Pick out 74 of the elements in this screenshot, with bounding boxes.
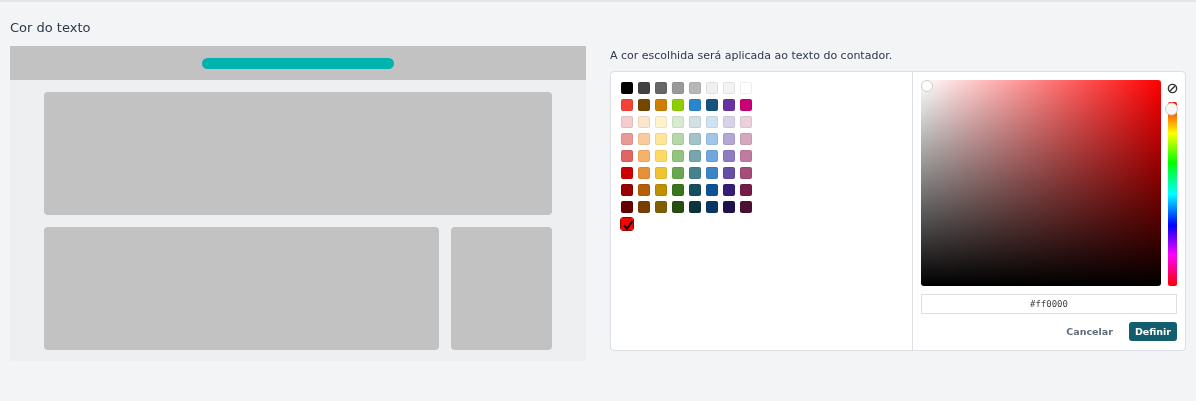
color-swatch[interactable] [655,133,667,145]
color-swatch[interactable] [740,133,752,145]
color-swatch[interactable] [723,99,735,111]
color-swatch[interactable] [689,201,701,213]
color-swatch[interactable] [621,82,633,94]
color-swatch[interactable] [621,116,633,128]
color-swatch[interactable] [655,150,667,162]
color-swatch[interactable] [706,167,718,179]
color-swatch[interactable] [638,82,650,94]
hue-slider[interactable] [1168,102,1177,286]
color-swatch[interactable] [706,99,718,111]
hex-input-field[interactable]: #ff0000 [921,294,1177,314]
color-swatch[interactable] [723,201,735,213]
color-swatch[interactable] [723,82,735,94]
color-swatch[interactable] [672,133,684,145]
color-swatch[interactable] [655,99,667,111]
color-swatch[interactable] [672,82,684,94]
color-swatch[interactable] [706,82,718,94]
color-swatch[interactable] [689,133,701,145]
color-swatch[interactable] [672,167,684,179]
color-swatch[interactable] [621,150,633,162]
color-swatch[interactable] [638,116,650,128]
color-swatch[interactable] [672,184,684,196]
hue-handle[interactable] [1165,102,1178,116]
color-swatch[interactable] [689,82,701,94]
color-swatch[interactable] [689,167,701,179]
color-swatch[interactable] [621,133,633,145]
color-swatch[interactable] [706,150,718,162]
color-swatch[interactable] [638,150,650,162]
color-swatch[interactable] [740,184,752,196]
color-swatch[interactable] [621,218,633,230]
color-swatch[interactable] [706,133,718,145]
color-swatch[interactable] [655,167,667,179]
color-swatch[interactable] [706,201,718,213]
no-color-icon[interactable] [1167,83,1178,94]
color-swatch[interactable] [638,99,650,111]
saturation-handle[interactable] [921,80,933,92]
color-swatch[interactable] [723,184,735,196]
color-swatch[interactable] [740,116,752,128]
color-swatch[interactable] [621,184,633,196]
color-swatch[interactable] [655,184,667,196]
color-swatch[interactable] [638,167,650,179]
color-swatch[interactable] [740,167,752,179]
color-swatch[interactable] [689,184,701,196]
color-swatch[interactable] [621,99,633,111]
color-swatch[interactable] [740,201,752,213]
color-swatch[interactable] [655,116,667,128]
color-swatch[interactable] [706,116,718,128]
color-swatch[interactable] [672,201,684,213]
color-swatch[interactable] [723,116,735,128]
color-swatch[interactable] [723,150,735,162]
color-swatch[interactable] [638,201,650,213]
color-swatch[interactable] [638,184,650,196]
color-swatch[interactable] [655,201,667,213]
color-swatch[interactable] [621,201,633,213]
color-swatch[interactable] [672,150,684,162]
caption-text: A cor escolhida será aplicada ao texto do contador. [610,49,894,62]
color-swatch[interactable] [740,99,752,111]
color-swatch[interactable] [672,116,684,128]
color-swatch[interactable] [689,150,701,162]
color-swatch[interactable] [672,99,684,111]
color-swatch[interactable] [723,167,735,179]
color-swatch[interactable] [706,184,718,196]
section-title: Cor do texto [10,20,92,35]
color-swatch[interactable] [740,150,752,162]
color-swatch[interactable] [689,116,701,128]
color-swatch[interactable] [621,167,633,179]
color-swatch[interactable] [638,133,650,145]
color-swatch[interactable] [689,99,701,111]
cancel-button[interactable]: Cancelar [1060,322,1119,341]
color-swatch[interactable] [655,82,667,94]
confirm-button[interactable]: Definir [1128,322,1177,341]
saturation-area[interactable] [921,80,1161,286]
color-swatch[interactable] [723,133,735,145]
